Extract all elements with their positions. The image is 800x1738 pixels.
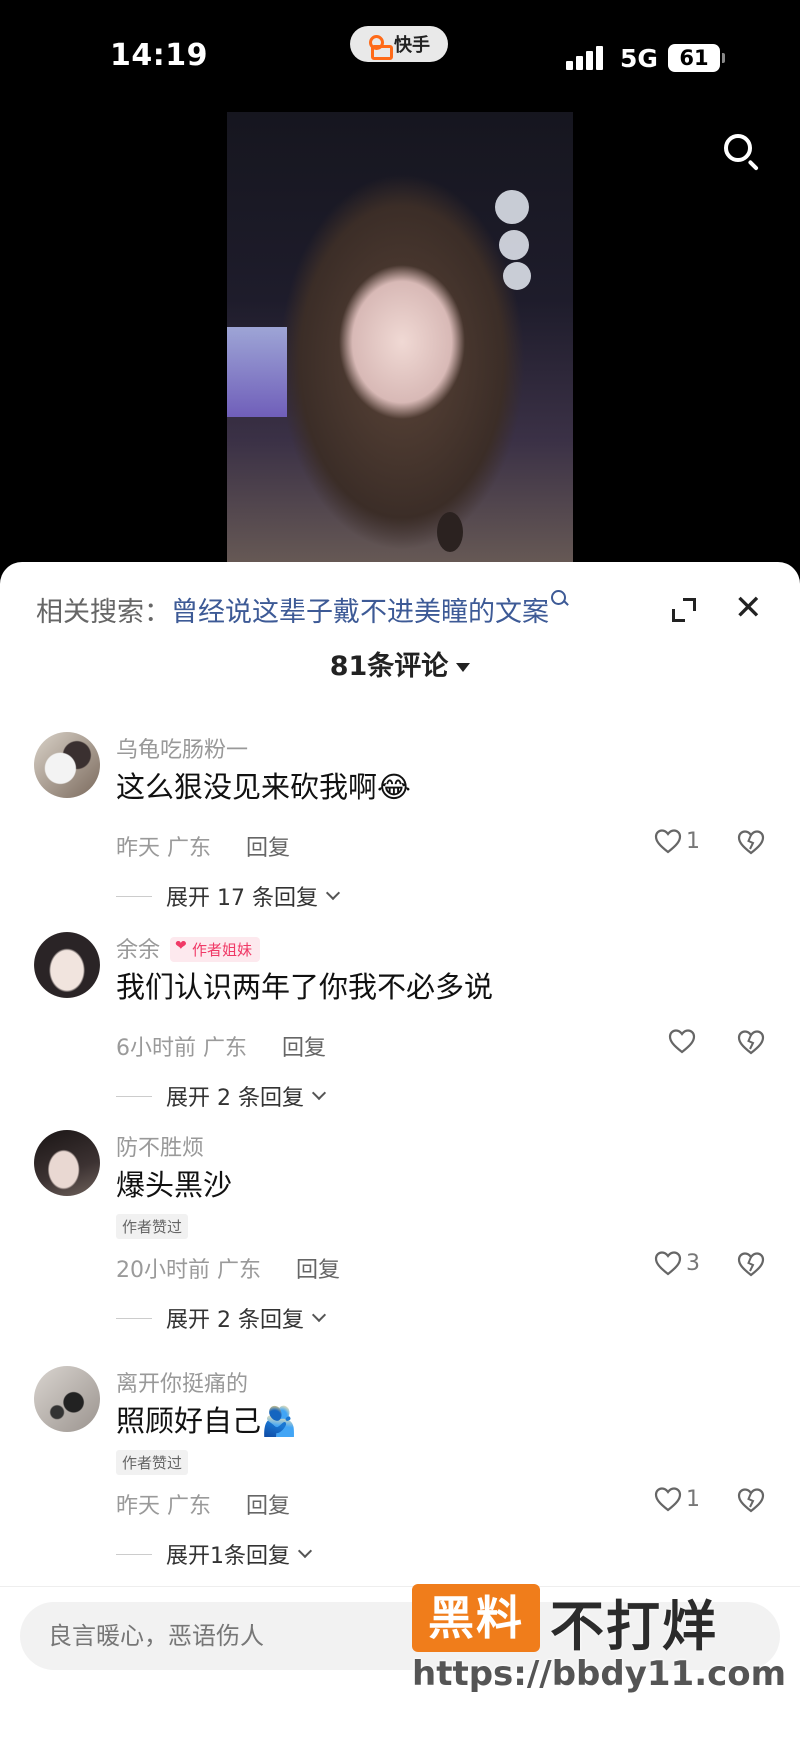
status-time: 14:19: [110, 38, 208, 73]
comment-username[interactable]: 乌龟吃肠粉一: [116, 732, 248, 764]
dislike-button[interactable]: [736, 1028, 766, 1056]
comments-sheet: 相关搜索：曾经说这辈子戴不进美瞳的文案 ✕ 81条评论 乌龟吃肠粉一 这么狠没见…: [0, 562, 800, 1738]
chevron-down-icon: [311, 1085, 327, 1101]
comment-meta: 6小时前 广东 回复: [116, 1030, 326, 1062]
author-liked-tag: 作者赞过: [116, 1450, 189, 1475]
comment-input[interactable]: [48, 1602, 428, 1670]
comment-time: 昨天: [116, 1494, 161, 1519]
chevron-down-icon: [311, 1307, 327, 1323]
app-name: 快手: [394, 35, 430, 56]
search-icon: [551, 590, 569, 608]
comment-text: 爆头黑沙: [116, 1168, 233, 1202]
search-button[interactable]: [722, 132, 762, 172]
reply-button[interactable]: 回复: [282, 1036, 326, 1061]
comment-meta: 昨天 广东 回复: [116, 830, 290, 862]
expand-icon[interactable]: [670, 596, 698, 624]
search-icon: [724, 134, 752, 162]
heart-icon: [654, 828, 682, 854]
comment-time: 20小时前: [116, 1258, 210, 1283]
broken-heart-icon: [736, 1486, 766, 1514]
comment-item: 离开你挺痛的 照顾好自己🫂 作者赞过 昨天 广东 回复 1 展开1条回复: [0, 1366, 800, 1569]
comment-time: 昨天: [116, 836, 161, 861]
heart-icon: [654, 1486, 682, 1512]
comment-time: 6小时前: [116, 1036, 196, 1061]
comment-location: 广东: [167, 1494, 212, 1519]
expand-replies-button[interactable]: 展开 17 条回复: [116, 880, 341, 912]
comment-username[interactable]: 余余作者姐妹: [116, 932, 261, 964]
close-icon[interactable]: ✕: [734, 588, 763, 628]
reply-button[interactable]: 回复: [296, 1258, 340, 1283]
heart-icon: [654, 1250, 682, 1276]
expand-replies-button[interactable]: 展开1条回复: [116, 1538, 313, 1570]
video-player[interactable]: [227, 112, 573, 582]
caret-down-icon: [456, 663, 471, 672]
avatar[interactable]: [34, 1130, 100, 1196]
comment-location: 广东: [167, 836, 212, 861]
avatar[interactable]: [34, 932, 100, 998]
broken-heart-icon: [736, 1250, 766, 1278]
expand-replies-label: 展开 2 条回复: [166, 1086, 304, 1111]
dislike-button[interactable]: [736, 828, 766, 856]
heart-icon: [668, 1028, 696, 1054]
expand-replies-label: 展开 17 条回复: [166, 886, 318, 911]
battery-icon: 61: [668, 44, 725, 72]
avatar[interactable]: [34, 732, 100, 798]
dislike-button[interactable]: [736, 1486, 766, 1514]
comment-meta: 昨天 广东 回复: [116, 1488, 290, 1520]
comment-item: 乌龟吃肠粉一 这么狠没见来砍我啊😂 昨天 广东 回复 1 展开 17 条回复: [0, 732, 800, 932]
comment-count-dropdown[interactable]: 81条评论: [0, 644, 800, 683]
comment-item: 防不胜烦 爆头黑沙 作者赞过 20小时前 广东 回复 3 展开 2 条回复: [0, 1130, 800, 1333]
comment-text: 这么狠没见来砍我啊😂: [116, 770, 411, 804]
comment-username[interactable]: 离开你挺痛的: [116, 1366, 248, 1398]
broken-heart-icon: [736, 1028, 766, 1056]
chevron-down-icon: [297, 1543, 313, 1559]
author-sister-badge: 作者姐妹: [170, 937, 261, 962]
comment-text: 照顾好自己🫂: [116, 1404, 298, 1438]
author-liked-tag: 作者赞过: [116, 1214, 189, 1239]
signal-strength-icon: [566, 44, 608, 70]
broken-heart-icon: [736, 828, 766, 856]
related-search-label: 相关搜索：: [36, 597, 171, 628]
watermark-url: https://bbdy11.com: [412, 1654, 787, 1694]
battery-level: 61: [679, 46, 709, 70]
like-button[interactable]: 1: [654, 1486, 700, 1512]
related-search-link[interactable]: 曾经说这辈子戴不进美瞳的文案: [171, 597, 549, 628]
app-indicator-pill[interactable]: 快手: [350, 26, 448, 62]
expand-replies-label: 展开1条回复: [166, 1544, 290, 1569]
comment-count: 81条评论: [329, 651, 449, 682]
chevron-down-icon: [325, 885, 341, 901]
reply-button[interactable]: 回复: [246, 836, 290, 861]
status-bar: 14:19 快手 5G 61: [0, 0, 800, 110]
like-count: 1: [686, 828, 700, 854]
watermark: 黑料 不打烊 https://bbdy11.com: [412, 1576, 786, 1696]
comment-username[interactable]: 防不胜烦: [116, 1130, 204, 1162]
like-count: 3: [686, 1250, 700, 1276]
like-button[interactable]: 3: [654, 1250, 700, 1276]
watermark-box-text: 黑料: [412, 1584, 540, 1652]
comment-item: 余余作者姐妹 我们认识两年了你我不必多说 6小时前 广东 回复 展开 2 条回复: [0, 932, 800, 1132]
dislike-button[interactable]: [736, 1250, 766, 1278]
comment-meta: 20小时前 广东 回复: [116, 1252, 340, 1284]
like-button[interactable]: [668, 1028, 700, 1054]
like-button[interactable]: 1: [654, 828, 700, 854]
like-count: 1: [686, 1486, 700, 1512]
watermark-big-text: 不打烊: [550, 1595, 718, 1658]
related-search[interactable]: 相关搜索：曾经说这辈子戴不进美瞳的文案: [36, 590, 569, 629]
reply-button[interactable]: 回复: [246, 1494, 290, 1519]
expand-replies-button[interactable]: 展开 2 条回复: [116, 1302, 327, 1334]
expand-replies-label: 展开 2 条回复: [166, 1308, 304, 1333]
comment-location: 广东: [203, 1036, 248, 1061]
comment-location: 广东: [217, 1258, 262, 1283]
expand-replies-button[interactable]: 展开 2 条回复: [116, 1080, 327, 1112]
network-type: 5G: [620, 44, 658, 73]
kuaishou-logo-icon: [368, 33, 393, 60]
comment-text: 我们认识两年了你我不必多说: [116, 970, 494, 1004]
avatar[interactable]: [34, 1366, 100, 1432]
